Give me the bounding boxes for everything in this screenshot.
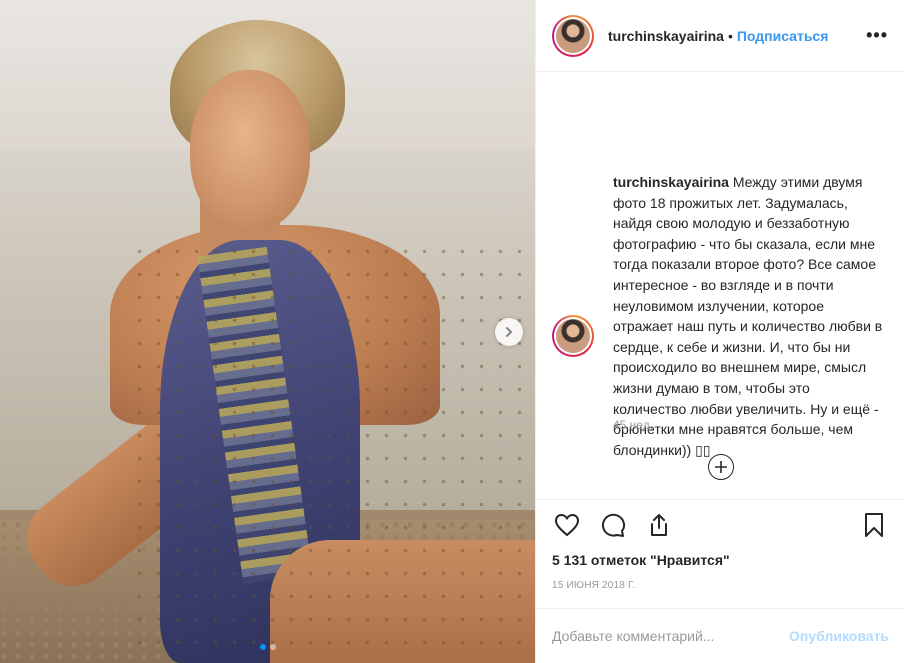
publish-button[interactable]: Опубликовать <box>789 628 889 644</box>
caption-username[interactable]: turchinskayairina <box>613 174 729 190</box>
comment-input[interactable] <box>552 628 790 644</box>
header-username[interactable]: turchinskayairina <box>608 28 724 44</box>
caption-text: turchinskayairina Между этими двумя фото… <box>613 172 883 460</box>
follow-button[interactable]: Подписаться <box>737 28 829 44</box>
action-bar <box>536 500 904 550</box>
load-more-comments-button[interactable] <box>708 454 734 480</box>
avatar-image <box>556 18 590 53</box>
comment-icon <box>601 513 625 537</box>
carousel-dot <box>269 644 276 650</box>
heart-icon <box>554 513 580 537</box>
carousel-dot-active <box>259 644 266 650</box>
avatar-image <box>556 319 590 353</box>
share-button[interactable] <box>644 510 674 540</box>
post-panel: turchinskayairina • Подписаться ••• turc… <box>535 0 904 663</box>
photo-face <box>190 70 310 230</box>
post-date: 15 ИЮНЯ 2018 Г. <box>552 580 636 591</box>
post-header: turchinskayairina • Подписаться ••• <box>536 0 904 72</box>
profile-avatar[interactable] <box>552 14 594 57</box>
carousel-next-button[interactable] <box>495 318 523 346</box>
caption-section: turchinskayairina Между этими двумя фото… <box>536 72 904 500</box>
like-button[interactable] <box>552 510 582 540</box>
caption-body: Между этими двумя фото 18 прожитых лет. … <box>613 174 883 458</box>
chevron-right-icon <box>506 327 512 337</box>
comment-bar: Опубликовать <box>536 608 904 663</box>
comment-button[interactable] <box>598 510 628 540</box>
header-separator: • <box>727 27 733 44</box>
share-icon <box>651 514 667 536</box>
post-time-ago[interactable]: 45 нед. <box>613 418 653 432</box>
carousel-dots <box>0 644 535 650</box>
post-photo[interactable] <box>0 0 535 663</box>
plus-circle-icon <box>715 461 727 473</box>
likes-count[interactable]: 5 131 отметок "Нравится" <box>552 552 730 568</box>
bookmark-icon <box>865 513 883 537</box>
caption-avatar[interactable] <box>552 315 594 357</box>
save-button[interactable] <box>859 510 889 540</box>
more-icon[interactable]: ••• <box>866 25 888 46</box>
